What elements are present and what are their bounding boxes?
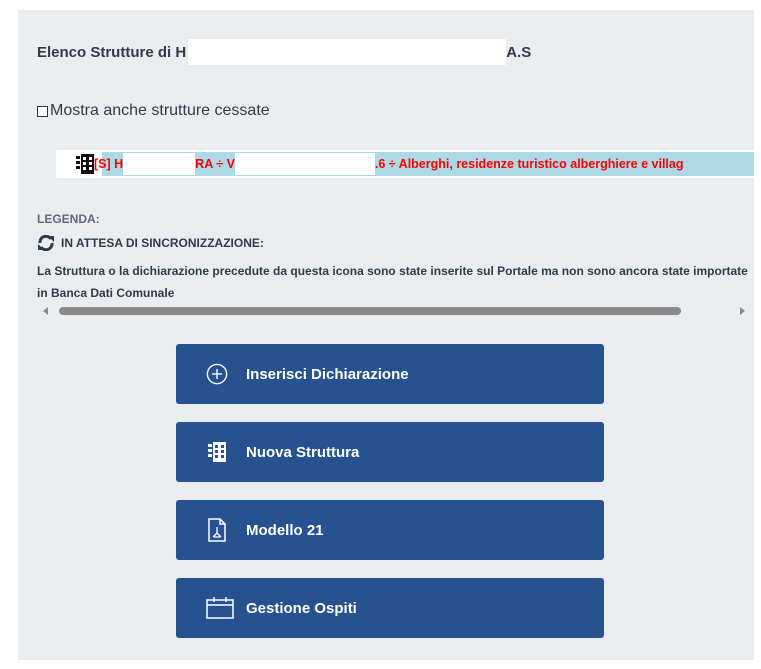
legend-title: LEGENDA: [37,212,100,226]
show-closed-label[interactable]: Mostra anche strutture cessate [50,102,270,120]
plus-circle-icon [206,362,228,386]
insert-declaration-label: Inserisci Dichiarazione [246,365,409,383]
structures-panel: Elenco Strutture di H A.S Mostra anche s… [18,10,754,660]
new-structure-label: Nuova Struttura [246,443,360,461]
title-prefix: Elenco Strutture di H [37,43,187,61]
structure-label-part1: [S] H [94,157,124,171]
structure-label-part2: RA ÷ V [195,157,235,171]
pdf-file-icon [206,518,228,542]
legend-sync-row: IN ATTESA DI SINCRONIZZAZIONE: [37,235,264,251]
redacted-block [188,39,507,65]
insert-declaration-button[interactable]: Inserisci Dichiarazione [176,344,604,404]
manage-guests-button[interactable]: Gestione Ospiti [176,578,604,638]
scroll-left-arrow-icon[interactable] [43,307,48,315]
show-closed-structures[interactable]: Mostra anche strutture cessate [37,102,270,120]
sync-label: IN ATTESA DI SINCRONIZZAZIONE: [61,236,264,250]
building-icon [76,154,94,174]
redacted-block [234,153,375,175]
manage-guests-label: Gestione Ospiti [246,599,357,617]
new-structure-button[interactable]: Nuova Struttura [176,422,604,482]
building-icon [206,440,228,464]
structure-label-part3: .6 ÷ Alberghi, residenze turistico alber… [374,157,684,171]
calendar-icon [206,596,234,620]
structure-label[interactable]: [S] H RA ÷ V .6 ÷ Alberghi, residenze tu… [94,153,683,175]
page-title: Elenco Strutture di H A.S [37,39,531,65]
modello-21-button[interactable]: Modello 21 [176,500,604,560]
legend-description: La Struttura o la dichiarazione precedut… [37,264,748,300]
scrollbar-thumb[interactable] [59,307,681,315]
redacted-block [123,153,196,175]
sync-icon [38,235,54,251]
structure-list-item[interactable]: [S] H RA ÷ V .6 ÷ Alberghi, residenze tu… [56,150,754,178]
title-suffix: A.S [506,43,532,61]
scroll-right-arrow-icon[interactable] [740,307,745,315]
modello-21-label: Modello 21 [246,521,324,539]
show-closed-checkbox[interactable] [37,105,48,117]
horizontal-scrollbar[interactable] [37,304,751,318]
